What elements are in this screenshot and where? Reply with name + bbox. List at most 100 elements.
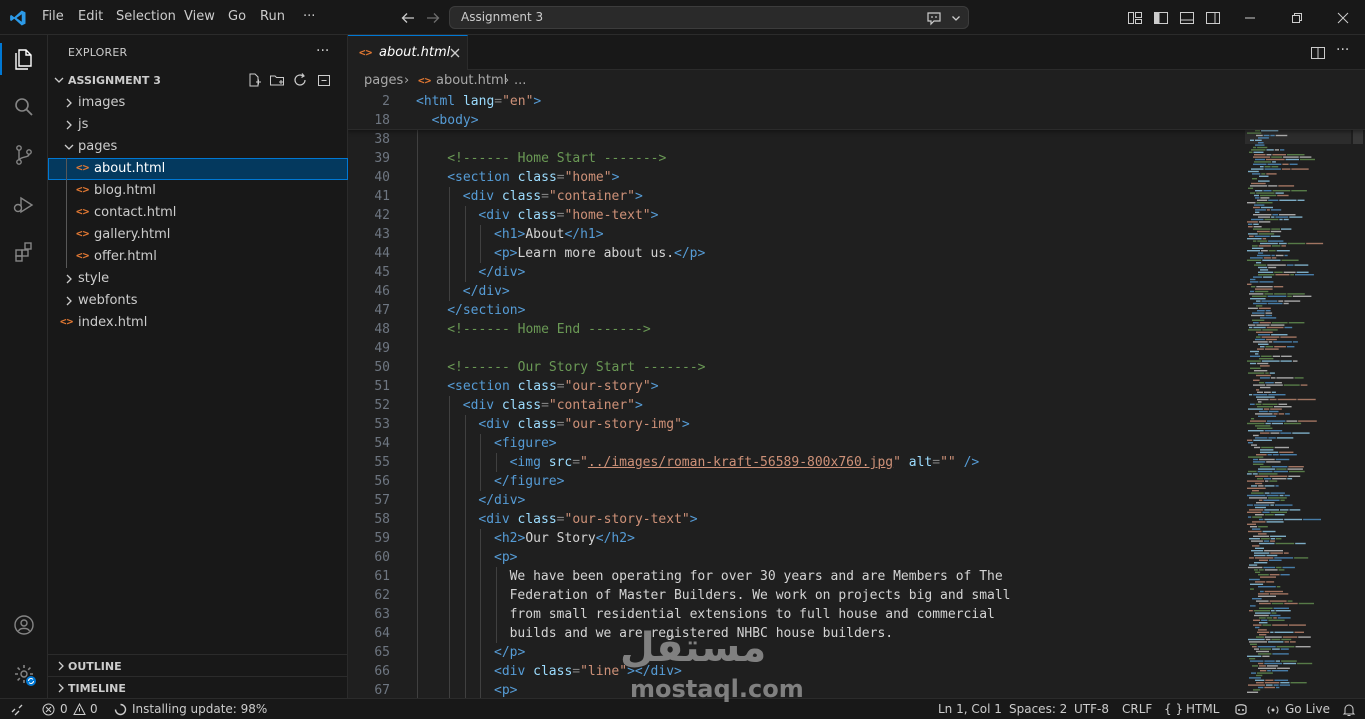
minimize-icon[interactable] <box>1243 11 1257 25</box>
remote-indicator-icon[interactable] <box>10 703 24 717</box>
breadcrumb-item-symbol[interactable]: ... <box>514 73 526 88</box>
new-file-icon[interactable] <box>246 72 262 88</box>
code-line[interactable]: 63 from small residential extensions to f… <box>348 605 1243 624</box>
vscode-logo-icon[interactable] <box>9 9 27 27</box>
code-line[interactable]: 41 <div class="container"> <box>348 187 1243 206</box>
code-line[interactable]: 2 <html lang="en"> <box>348 92 1243 111</box>
code-line[interactable]: 58 <div class="our-story-text"> <box>348 510 1243 529</box>
code-line[interactable]: 54 <figure> <box>348 434 1243 453</box>
customize-layout-icon[interactable] <box>1127 10 1143 26</box>
update-status[interactable]: Installing update: 98% <box>132 702 267 716</box>
code-line[interactable]: 52 <div class="container"> <box>348 396 1243 415</box>
code-line[interactable]: 53 <div class="our-story-img"> <box>348 415 1243 434</box>
folder-pages[interactable]: pages <box>48 136 348 158</box>
close-icon[interactable] <box>448 46 462 60</box>
code-line[interactable]: 39 <!------ Home Start -------> <box>348 149 1243 168</box>
close-window-icon[interactable] <box>1336 11 1350 25</box>
workspace-root-header[interactable]: ASSIGNMENT 3 <box>48 69 348 91</box>
toggle-primary-sidebar-icon[interactable] <box>1153 10 1169 26</box>
code-line[interactable]: 51 <section class="our-story"> <box>348 377 1243 396</box>
minimap[interactable] <box>1245 92 1351 698</box>
search-icon[interactable] <box>12 95 36 119</box>
file-gallery-html[interactable]: <> gallery.html <box>48 224 348 246</box>
account-icon[interactable] <box>12 613 36 637</box>
code-line[interactable]: 38 <box>348 130 1243 149</box>
menu-item-view[interactable]: View <box>184 9 215 24</box>
menu-item-run[interactable]: Run <box>260 9 285 24</box>
new-folder-icon[interactable] <box>269 72 285 88</box>
folder-js[interactable]: js <box>48 114 348 136</box>
code-line[interactable]: 18 <body> <box>348 111 1243 130</box>
file-about-html[interactable]: <> about.html <box>48 158 348 180</box>
sticky-scroll-header[interactable]: 2 <html lang="en"> 18 <body> <box>348 92 1365 130</box>
cursor-position[interactable]: Ln 1, Col 1 <box>938 702 1002 716</box>
menu-item-edit[interactable]: Edit <box>78 9 103 24</box>
folder-webfonts[interactable]: webfonts <box>48 290 348 312</box>
toggle-panel-icon[interactable] <box>1179 10 1195 26</box>
refresh-icon[interactable] <box>292 72 308 88</box>
warning-count[interactable]: 0 <box>90 702 98 716</box>
code-line[interactable]: 43 <h1>About</h1> <box>348 225 1243 244</box>
run-debug-icon[interactable] <box>12 192 36 216</box>
code-line[interactable]: 62 Federation of Master Builders. We work… <box>348 586 1243 605</box>
go-live-button[interactable]: Go Live <box>1285 702 1330 716</box>
notifications-bell-icon[interactable] <box>1342 703 1356 717</box>
code-line[interactable]: 57 </div> <box>348 491 1243 510</box>
outline-section-header[interactable]: OUTLINE <box>48 654 348 676</box>
indentation[interactable]: Spaces: 2 <box>1009 702 1067 716</box>
file-index-html[interactable]: <> index.html <box>48 312 348 334</box>
folder-style[interactable]: style <box>48 268 348 290</box>
code-line[interactable]: 50 <!------ Our Story Start -------> <box>348 358 1243 377</box>
code-line[interactable]: 48 <!------ Home End -------> <box>348 320 1243 339</box>
copilot-chat-icon[interactable] <box>926 10 942 26</box>
end-of-line[interactable]: CRLF <box>1122 702 1152 716</box>
files-icon[interactable] <box>12 47 36 71</box>
command-center-search[interactable]: Assignment 3 <box>449 6 969 29</box>
code-line[interactable]: 59 <h2>Our Story</h2> <box>348 529 1243 548</box>
language-mode[interactable]: HTML <box>1186 702 1219 716</box>
breadcrumb-item-file[interactable]: about.html <box>436 73 507 88</box>
code-line[interactable]: 40 <section class="home"> <box>348 168 1243 187</box>
code-line[interactable]: 49 <box>348 339 1243 358</box>
timeline-section-header[interactable]: TIMELINE <box>48 676 348 698</box>
back-arrow-icon[interactable] <box>400 10 416 26</box>
code-line[interactable]: 44 <p>Learn more about us.</p> <box>348 244 1243 263</box>
code-line[interactable]: 56 </figure> <box>348 472 1243 491</box>
file-blog-html[interactable]: <> blog.html <box>48 180 348 202</box>
folder-images[interactable]: images <box>48 92 348 114</box>
menu-item-go[interactable]: Go <box>228 9 246 24</box>
extensions-icon[interactable] <box>12 240 36 264</box>
code-line[interactable]: 46 </div> <box>348 282 1243 301</box>
file-contact-html[interactable]: <> contact.html <box>48 202 348 224</box>
warning-icon[interactable] <box>73 703 86 716</box>
menu-item-more[interactable]: ··· <box>303 9 315 24</box>
code-line[interactable]: 60 <p> <box>348 548 1243 567</box>
restore-icon[interactable] <box>1290 11 1304 25</box>
code-line[interactable]: 45 </div> <box>348 263 1243 282</box>
code-line[interactable]: 65 </p> <box>348 643 1243 662</box>
menu-item-file[interactable]: File <box>42 9 64 24</box>
code-line[interactable]: 55 <img src="../images/roman-kraft-56589-… <box>348 453 1243 472</box>
error-icon[interactable] <box>42 703 55 716</box>
chevron-down-icon[interactable] <box>950 12 962 24</box>
forward-arrow-icon[interactable] <box>425 10 441 26</box>
error-count[interactable]: 0 <box>60 702 68 716</box>
file-encoding[interactable]: UTF-8 <box>1074 702 1109 716</box>
menu-item-selection[interactable]: Selection <box>116 9 176 24</box>
more-actions-icon[interactable]: ··· <box>316 43 329 59</box>
toggle-secondary-sidebar-icon[interactable] <box>1205 10 1221 26</box>
split-editor-icon[interactable] <box>1310 45 1326 61</box>
more-actions-icon[interactable]: ··· <box>1336 42 1349 58</box>
settings-gear-icon[interactable] <box>12 662 36 686</box>
copilot-icon[interactable] <box>1233 702 1249 717</box>
code-editor[interactable]: 2 <html lang="en"> 18 <body> 38 39 <!------ H… <box>348 92 1365 698</box>
vertical-scrollbar[interactable] <box>1351 92 1365 698</box>
code-line[interactable]: 64 builds and we are registered NHBC hous… <box>348 624 1243 643</box>
source-control-icon[interactable] <box>12 143 36 167</box>
file-offer-html[interactable]: <> offer.html <box>48 246 348 268</box>
code-line[interactable]: 61 We have been operating for over 30 yea… <box>348 567 1243 586</box>
collapse-all-icon[interactable] <box>316 72 332 88</box>
breadcrumb-item-pages[interactable]: pages <box>364 73 403 88</box>
code-line[interactable]: 47 </section> <box>348 301 1243 320</box>
tab-about-html[interactable]: <> about.html <box>348 35 468 70</box>
